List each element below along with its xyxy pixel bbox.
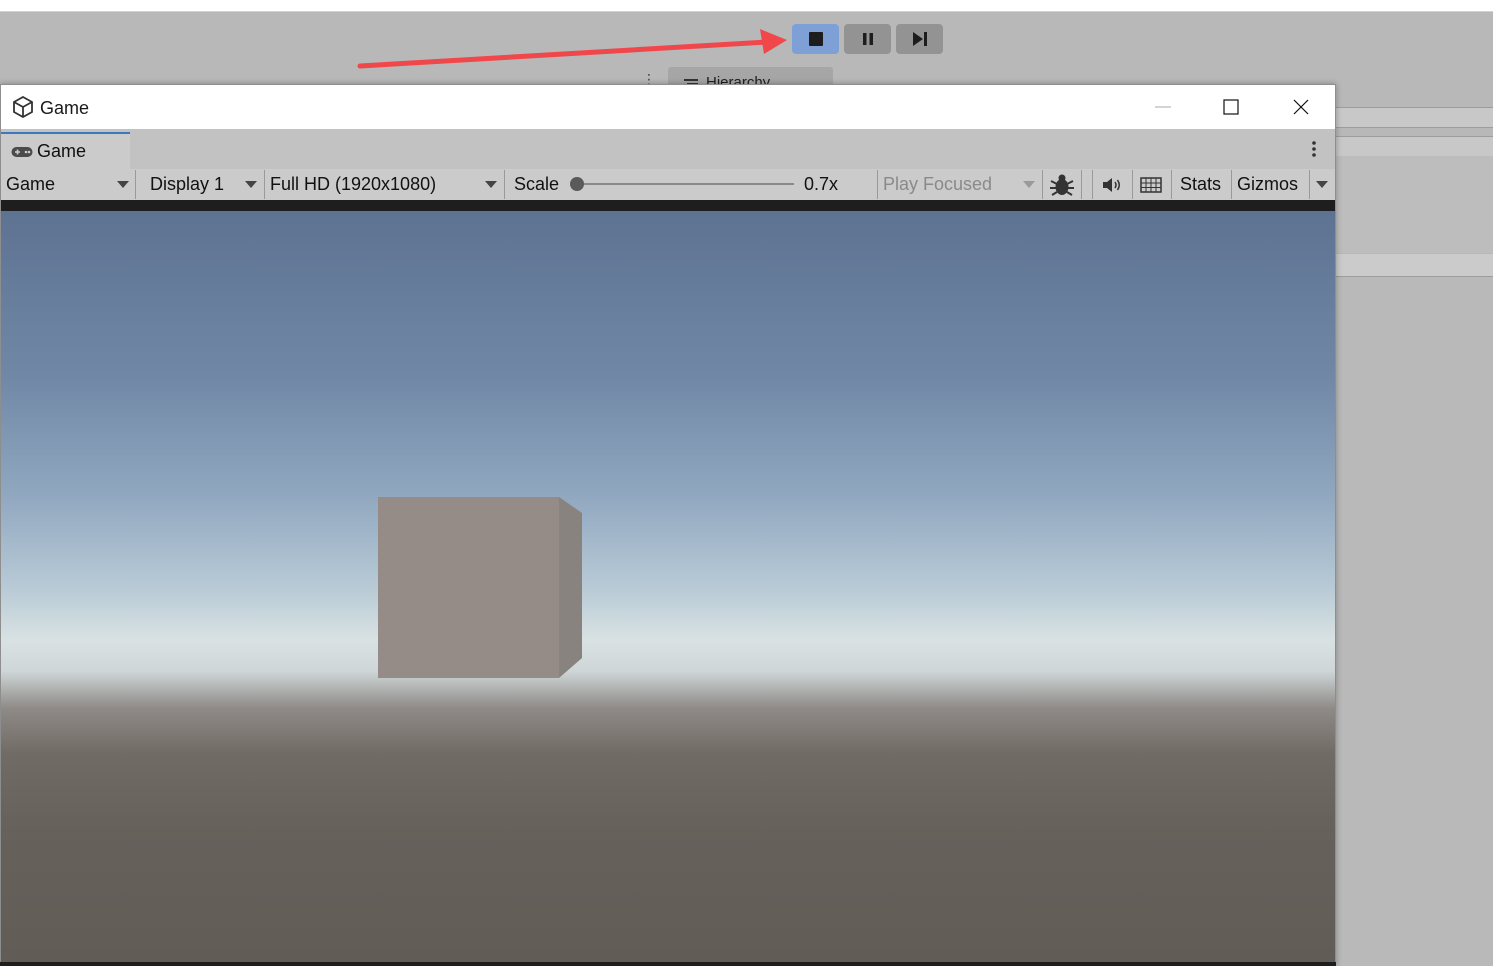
mute-audio-button[interactable] — [1102, 169, 1122, 200]
maximize-icon — [1223, 99, 1239, 115]
chevron-down-icon — [1023, 181, 1035, 188]
keyboard-icon — [1140, 176, 1162, 193]
stop-button[interactable] — [792, 24, 839, 54]
tab-row: Game — [1, 129, 1335, 169]
divider — [504, 170, 505, 199]
stop-icon — [808, 32, 823, 46]
game-window: Game Game Game Display 1 Full HD (1920x1… — [0, 84, 1336, 966]
scale-value: 0.7x — [804, 169, 838, 200]
minimize-icon — [1155, 106, 1171, 108]
close-icon — [1293, 99, 1309, 115]
scale-slider-track[interactable] — [579, 183, 794, 185]
tab-game[interactable]: Game — [1, 132, 130, 169]
cube-object — [378, 497, 559, 678]
right-panel-header — [1336, 107, 1493, 128]
gizmos-label: Gizmos — [1237, 174, 1299, 194]
right-panel-content — [1336, 156, 1493, 253]
divider — [1231, 170, 1232, 199]
gizmos-dropdown[interactable] — [1314, 169, 1330, 200]
play-mode-label: Play Focused — [883, 174, 993, 194]
game-tab-label: Game — [37, 141, 87, 161]
speaker-icon — [1103, 177, 1120, 192]
window-title: Game — [40, 98, 90, 118]
divider — [1092, 170, 1093, 199]
view-mode-label: Game — [6, 174, 56, 194]
annotation-arrow — [357, 29, 787, 69]
window-bottom-edge — [0, 962, 1336, 966]
scale-label: Scale — [514, 169, 559, 200]
bug-icon — [1050, 174, 1074, 196]
close-button[interactable] — [1269, 85, 1333, 129]
divider — [1309, 170, 1310, 199]
display-dropdown[interactable]: Display 1 — [150, 169, 260, 200]
cube-side-face — [559, 497, 582, 678]
maximize-button[interactable] — [1199, 85, 1263, 129]
unity-logo-icon — [13, 96, 33, 118]
game-toolbar: Game Display 1 Full HD (1920x1080) Scale… — [1, 169, 1335, 200]
right-panel-toolbar — [1336, 136, 1493, 157]
right-panel-row — [1336, 254, 1493, 277]
divider — [135, 170, 136, 199]
chevron-down-icon — [485, 181, 497, 188]
step-icon — [912, 32, 927, 46]
debug-button[interactable] — [1049, 169, 1075, 200]
gamepad-icon — [11, 147, 33, 157]
keyboard-shortcuts-button[interactable] — [1140, 169, 1162, 200]
chevron-down-icon — [117, 181, 129, 188]
resolution-dropdown[interactable]: Full HD (1920x1080) — [270, 169, 500, 200]
pause-icon — [862, 33, 873, 45]
gizmos-button[interactable]: Gizmos — [1237, 169, 1298, 200]
resolution-label: Full HD (1920x1080) — [270, 174, 437, 194]
scale-slider-handle[interactable] — [570, 177, 584, 191]
window-top-strip — [0, 0, 1493, 12]
minimize-button[interactable] — [1131, 85, 1195, 129]
play-mode-dropdown[interactable]: Play Focused — [883, 169, 1037, 200]
scale-value-text: 0.7x — [804, 174, 839, 194]
view-mode-dropdown[interactable]: Game — [6, 169, 132, 200]
right-panel-lower — [1336, 277, 1493, 966]
stats-label: Stats — [1180, 174, 1222, 194]
divider — [1171, 170, 1172, 199]
game-viewport[interactable] — [1, 211, 1335, 965]
pause-button[interactable] — [844, 24, 891, 54]
divider — [1081, 170, 1082, 199]
divider — [1042, 170, 1043, 199]
more-options-icon[interactable] — [1311, 140, 1317, 158]
step-button[interactable] — [896, 24, 943, 54]
divider — [264, 170, 265, 199]
viewport-letterbox — [1, 200, 1335, 211]
chevron-down-icon — [245, 181, 257, 188]
display-label: Display 1 — [150, 174, 225, 194]
window-titlebar[interactable]: Game — [1, 85, 1335, 129]
scale-label-text: Scale — [514, 174, 560, 194]
divider — [1132, 170, 1133, 199]
chevron-down-icon — [1316, 181, 1328, 188]
stats-button[interactable]: Stats — [1180, 169, 1221, 200]
divider — [877, 170, 878, 199]
